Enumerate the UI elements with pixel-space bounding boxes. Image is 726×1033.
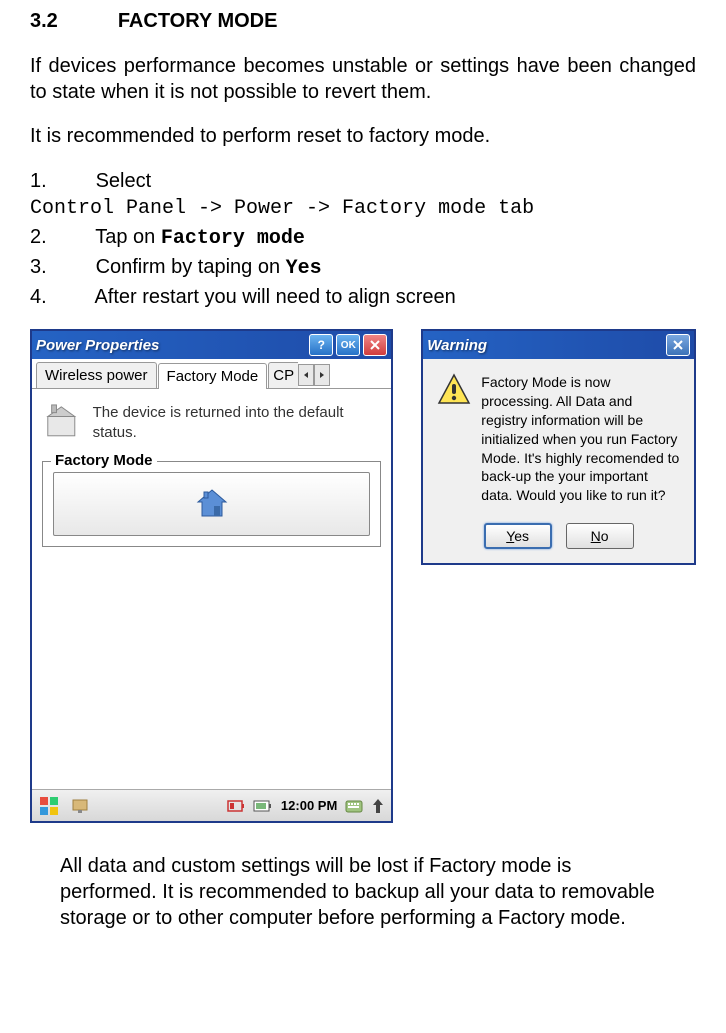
- exclamation-icon: [437, 373, 471, 407]
- warning-content: Factory Mode is now processing. All Data…: [423, 359, 694, 563]
- close-icon: [672, 339, 684, 351]
- section-number: 3.2: [30, 10, 58, 33]
- step-4: 4. After restart you will need to align …: [30, 283, 696, 311]
- house-icon: [194, 486, 230, 522]
- intro-paragraph-1: If devices performance becomes unstable …: [30, 53, 696, 105]
- close-button[interactable]: [363, 334, 387, 356]
- warning-row: Factory Mode is now processing. All Data…: [437, 373, 680, 505]
- arrow-left-icon: [302, 371, 310, 379]
- tab-wireless-power[interactable]: Wireless power: [36, 362, 157, 388]
- step-4-text: After restart you will need to align scr…: [94, 286, 455, 308]
- yes-button[interactable]: Yes: [484, 523, 552, 549]
- factory-mode-button[interactable]: [53, 472, 370, 536]
- screenshots-row: Power Properties ? OK Wireless power Fac…: [30, 329, 696, 823]
- window-title: Power Properties: [36, 337, 159, 354]
- factory-info-icon: [42, 403, 81, 443]
- warning-dialog: Warning Factory Mode is now processing. …: [421, 329, 696, 565]
- step-1-text: Select: [96, 170, 152, 192]
- yes-label-rest: es: [514, 528, 529, 544]
- step-3-number: 3.: [30, 253, 90, 281]
- no-button[interactable]: No: [566, 523, 634, 549]
- tab-scroll-right[interactable]: [314, 364, 330, 386]
- section-header: 3.2 FACTORY MODE: [30, 10, 696, 33]
- step-1-number: 1.: [30, 167, 90, 195]
- tab-cp-partial[interactable]: CP: [268, 362, 298, 388]
- warning-message: Factory Mode is now processing. All Data…: [481, 373, 680, 505]
- taskbar: 12:00 PM: [32, 789, 391, 821]
- warning-titlebar: Warning: [423, 331, 694, 359]
- ok-button[interactable]: OK: [336, 334, 360, 356]
- tab-scroll: [298, 364, 330, 386]
- close-icon: [369, 339, 381, 351]
- windows-logo-icon: [38, 795, 60, 817]
- start-button[interactable]: [38, 795, 60, 817]
- titlebar: Power Properties ? OK: [32, 331, 391, 359]
- info-text: The device is returned into the default …: [93, 403, 382, 442]
- tab-scroll-left[interactable]: [298, 364, 314, 386]
- factory-mode-groupbox: Factory Mode: [42, 461, 381, 547]
- taskbar-left: [38, 795, 90, 817]
- help-button[interactable]: ?: [309, 334, 333, 356]
- step-2-bold: Factory mode: [161, 227, 305, 250]
- step-3: 3. Confirm by taping on Yes: [30, 253, 696, 283]
- dialog-buttons: Yes No: [437, 523, 680, 549]
- step-4-number: 4.: [30, 283, 90, 311]
- titlebar-buttons: ? OK: [309, 334, 387, 356]
- clock-time[interactable]: 12:00 PM: [281, 798, 337, 813]
- desktop-icon[interactable]: [70, 796, 90, 816]
- taskbar-right: 12:00 PM: [227, 797, 385, 815]
- groupbox-legend: Factory Mode: [51, 452, 157, 469]
- step-1: 1. Select: [30, 167, 696, 195]
- arrow-right-icon: [318, 371, 326, 379]
- no-mnemonic: N: [591, 528, 601, 544]
- footer-note: All data and custom settings will be los…: [30, 853, 696, 931]
- warning-close-button[interactable]: [666, 334, 690, 356]
- step-2-number: 2.: [30, 223, 90, 251]
- intro-paragraph-2: It is recommended to perform reset to fa…: [30, 123, 696, 149]
- no-label-rest: o: [601, 528, 609, 544]
- keyboard-icon[interactable]: [345, 797, 363, 815]
- step-1-path: Control Panel -> Power -> Factory mode t…: [30, 195, 696, 223]
- step-3-prefix: Confirm by taping on: [96, 256, 286, 278]
- tab-factory-mode[interactable]: Factory Mode: [158, 363, 268, 389]
- tab-bar: Wireless power Factory Mode CP: [32, 359, 391, 389]
- info-row: The device is returned into the default …: [42, 403, 381, 443]
- window-content: The device is returned into the default …: [32, 389, 391, 789]
- battery-icon[interactable]: [253, 799, 273, 813]
- step-2-prefix: Tap on: [95, 226, 161, 248]
- step-2: 2. Tap on Factory mode: [30, 223, 696, 253]
- step-3-bold: Yes: [286, 257, 322, 280]
- battery-status-icon[interactable]: [227, 798, 245, 814]
- section-title: FACTORY MODE: [118, 10, 278, 33]
- warning-title: Warning: [427, 337, 487, 354]
- steps-list: 1. Select Control Panel -> Power -> Fact…: [30, 167, 696, 311]
- signal-up-icon[interactable]: [371, 797, 385, 815]
- power-properties-window: Power Properties ? OK Wireless power Fac…: [30, 329, 393, 823]
